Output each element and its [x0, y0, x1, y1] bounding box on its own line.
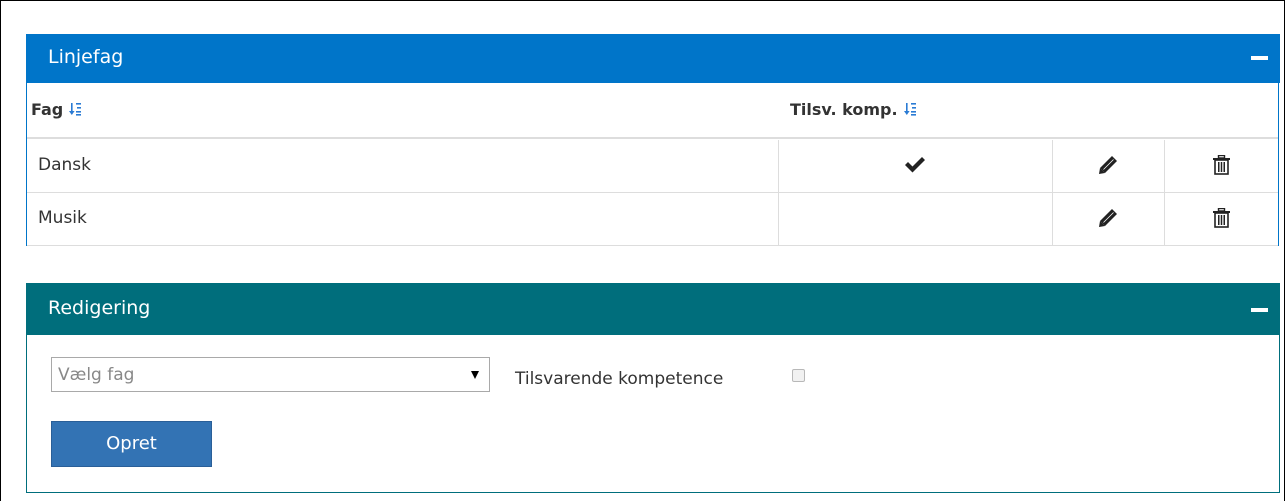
redigering-panel-title: Redigering [48, 297, 151, 319]
column-header-fag[interactable]: Fag [31, 100, 83, 119]
cell-fag: Musik [27, 193, 778, 245]
pencil-icon[interactable] [1099, 156, 1117, 174]
cell-edit [1052, 140, 1164, 192]
opret-button[interactable]: Opret [51, 421, 212, 467]
cell-tilsv [778, 140, 1052, 192]
trash-icon[interactable] [1213, 155, 1230, 175]
table-row: Dansk [27, 140, 1278, 193]
column-header-tilsv-label: Tilsv. komp. [790, 100, 898, 119]
cell-delete [1164, 140, 1278, 192]
column-header-tilsv[interactable]: Tilsv. komp. [790, 100, 918, 119]
cell-fag: Dansk [27, 140, 778, 192]
trash-icon[interactable] [1213, 208, 1230, 228]
cell-edit [1052, 193, 1164, 245]
redigering-panel-header: Redigering [26, 283, 1280, 335]
tilsvarende-kompetence-label: Tilsvarende kompetence [515, 369, 724, 389]
checkmark-icon [905, 157, 925, 173]
cell-delete [1164, 193, 1278, 245]
dropdown-arrow-icon [471, 371, 479, 379]
cell-tilsv [778, 193, 1052, 245]
fag-select-value: Vælg fag [58, 365, 135, 385]
sort-alpha-icon[interactable] [69, 102, 83, 116]
table-row: Musik [27, 193, 1278, 246]
column-header-fag-label: Fag [31, 100, 64, 119]
tilsvarende-kompetence-checkbox[interactable] [792, 369, 805, 382]
collapse-linjefag-minus-icon[interactable] [1251, 56, 1268, 60]
fag-name: Dansk [38, 155, 91, 175]
linjefag-panel-title: Linjefag [48, 46, 124, 68]
fag-select[interactable]: Vælg fag [51, 357, 490, 392]
linjefag-panel-header: Linjefag [26, 34, 1280, 83]
sort-alpha-icon[interactable] [903, 102, 918, 116]
collapse-redigering-minus-icon[interactable] [1251, 308, 1268, 312]
table-header-row: Fag Tilsv. komp. [27, 83, 1278, 139]
fag-name: Musik [38, 208, 87, 228]
pencil-icon[interactable] [1099, 209, 1117, 227]
